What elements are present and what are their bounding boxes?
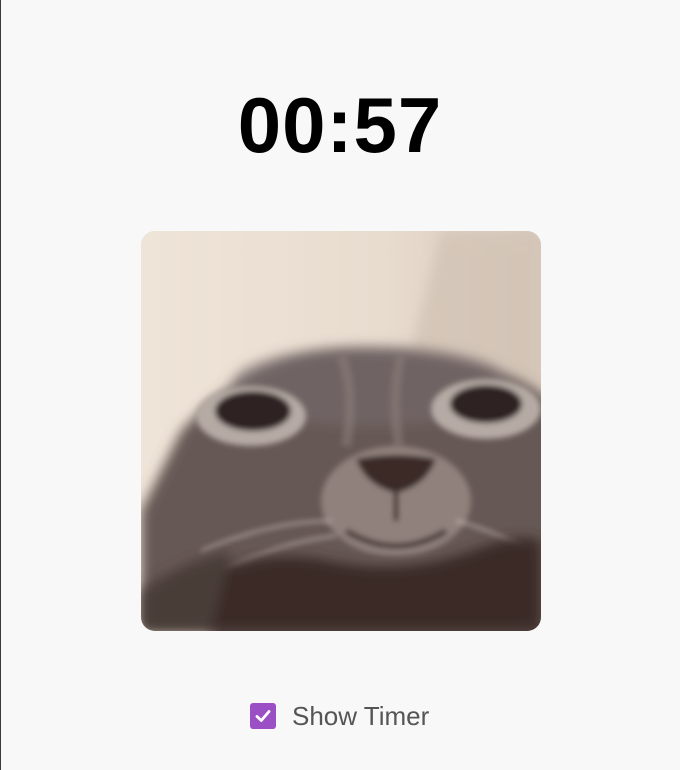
show-timer-label: Show Timer [292,700,430,731]
cat-photo [141,231,541,631]
countdown-timer: 00:57 [237,81,443,169]
checkmark-icon [255,710,271,722]
show-timer-checkbox[interactable] [250,703,276,729]
show-timer-toggle[interactable]: Show Timer [250,701,429,731]
